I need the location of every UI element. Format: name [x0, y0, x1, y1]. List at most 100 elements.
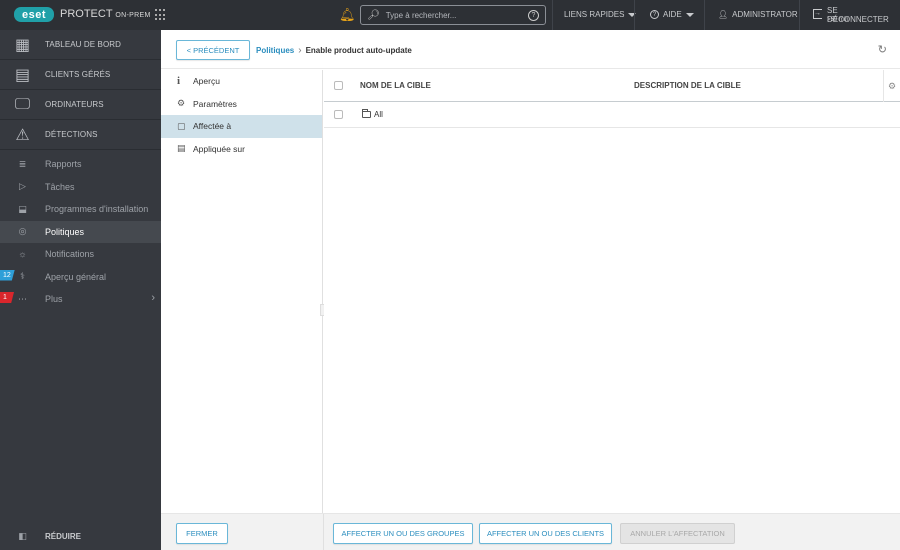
- divider: [552, 0, 553, 30]
- reports-icon: ≣: [18, 158, 27, 169]
- divider: [323, 514, 324, 550]
- building-icon: ▤: [14, 66, 31, 84]
- tab-assigned-to[interactable]: ▢ Affectée à: [161, 115, 322, 138]
- computers-icon: 🖵︎: [14, 95, 31, 113]
- dashboard-icon: ▦: [14, 36, 31, 54]
- select-all-checkbox[interactable]: [334, 81, 343, 90]
- column-header-target-description[interactable]: DESCRIPTION DE LA CIBLE: [634, 81, 741, 90]
- sidebar-item-computers[interactable]: 🖵︎ ORDINATEURS: [0, 90, 161, 120]
- user-label: ADMINISTRATOR: [732, 10, 798, 19]
- sidebar: ▦ TABLEAU DE BORD ▤ CLIENTS GÉRÉS 🖵︎ ORD…: [0, 30, 161, 550]
- divider: [704, 0, 705, 30]
- search-icon: 🔍︎: [367, 9, 380, 21]
- sidebar-item-detections[interactable]: ⚠︎ DÉTECTIONS: [0, 120, 161, 150]
- quick-links-label: LIENS RAPIDES: [564, 10, 625, 19]
- sidebar-item-label: ORDINATEURS: [45, 100, 104, 109]
- table-row[interactable]: All: [324, 102, 900, 128]
- sidebar-item-label: DÉTECTIONS: [45, 130, 98, 139]
- target-name: All: [374, 110, 383, 119]
- tab-label: Affectée à: [193, 121, 232, 132]
- back-button[interactable]: < PRÉCÉDENT: [176, 40, 250, 60]
- settings-icon: ⚙︎: [177, 98, 186, 109]
- tab-overview[interactable]: i Aperçu: [161, 70, 322, 93]
- quick-links-menu[interactable]: LIENS RAPIDES: [564, 10, 637, 19]
- sidebar-item-label: Programmes d'installation: [45, 204, 149, 215]
- chevron-down-icon: [685, 12, 694, 17]
- breadcrumb-policies-link[interactable]: Politiques: [256, 46, 294, 55]
- sidebar-item-policies[interactable]: ◎ Politiques: [0, 220, 161, 243]
- sidebar-item-label: Notifications: [45, 249, 95, 260]
- sidebar-item-label: Rapports: [45, 159, 82, 170]
- sidebar-item-dashboard[interactable]: ▦ TABLEAU DE BORD: [0, 30, 161, 60]
- targets-table: NOM DE LA CIBLE DESCRIPTION DE LA CIBLE …: [324, 70, 900, 513]
- user-menu[interactable]: 👤︎ ADMINISTRATOR: [718, 10, 798, 19]
- installer-icon: ⬓: [18, 203, 27, 214]
- warning-icon: ⚠︎: [15, 126, 30, 144]
- sidebar-item-label: TABLEAU DE BORD: [45, 40, 122, 49]
- product-suffix: ON-PREM: [115, 12, 151, 19]
- eset-logo: eset: [14, 7, 54, 22]
- row-checkbox[interactable]: [334, 110, 343, 119]
- product-title: PROTECT: [60, 8, 113, 20]
- refresh-icon[interactable]: ↻: [878, 43, 887, 56]
- sidebar-item-status-overview[interactable]: 12 ⚕ Aperçu général: [0, 266, 161, 289]
- detail-tabs: i Aperçu ⚙︎ Paramètres ▢ Affectée à ▤ Ap…: [161, 70, 323, 513]
- grid-icon[interactable]: [155, 9, 167, 21]
- sidebar-item-notifications[interactable]: ☼ Notifications: [0, 243, 161, 266]
- page-header: < PRÉCÉDENT Politiques › Enable product …: [161, 30, 900, 69]
- sidebar-item-reports[interactable]: ≣ Rapports: [0, 153, 161, 176]
- sidebar-item-label: CLIENTS GÉRÉS: [45, 70, 111, 79]
- help-menu[interactable]: ? AIDE: [650, 10, 694, 19]
- info-icon: i: [177, 75, 181, 88]
- assign-groups-button[interactable]: AFFECTER UN OU DES GROUPES: [333, 523, 473, 544]
- unassign-button[interactable]: ANNULER L'AFFECTATION: [620, 523, 735, 544]
- notification-icon: ☼: [18, 249, 27, 260]
- chevron-right-icon: ›: [298, 45, 302, 56]
- chevron-right-icon: ›: [151, 292, 155, 304]
- sidebar-item-label: Politiques: [45, 226, 85, 237]
- table-header: NOM DE LA CIBLE DESCRIPTION DE LA CIBLE …: [324, 70, 900, 102]
- footer-bar: FERMER AFFECTER UN OU DES GROUPES AFFECT…: [161, 513, 900, 550]
- user-icon: 👤︎: [718, 10, 729, 19]
- collapse-sidebar-button[interactable]: ◧ RÉDUIRE: [0, 522, 161, 550]
- target-name-cell: All: [362, 109, 383, 119]
- column-header-target-name[interactable]: NOM DE LA CIBLE: [360, 81, 431, 90]
- close-button[interactable]: FERMER: [176, 523, 228, 544]
- logout-icon[interactable]: →: [813, 9, 822, 19]
- sidebar-item-more[interactable]: 1 ⋯ Plus ›: [0, 288, 161, 311]
- tab-settings[interactable]: ⚙︎ Paramètres: [161, 93, 322, 116]
- page-title: Enable product auto-update: [305, 46, 412, 55]
- session-time: >59 min: [827, 17, 849, 23]
- tab-label: Aperçu: [193, 76, 220, 87]
- collapse-icon: ◧: [18, 530, 27, 541]
- collapse-label: RÉDUIRE: [45, 531, 82, 541]
- sidebar-item-managed-clients[interactable]: ▤ CLIENTS GÉRÉS: [0, 60, 161, 90]
- bell-icon[interactable]: 🔔︎: [339, 7, 356, 23]
- sidebar-item-tasks[interactable]: ▷ Tâches: [0, 176, 161, 199]
- policy-icon: ◎: [18, 226, 27, 237]
- sidebar-item-label: Aperçu général: [45, 271, 107, 282]
- top-bar: eset PROTECT ON-PREM 🔔︎ 🔍︎ Type à recher…: [0, 0, 900, 30]
- divider: [799, 0, 800, 30]
- sidebar-item-label: Tâches: [45, 181, 75, 192]
- tab-label: Appliquée sur: [193, 143, 245, 154]
- tab-applied-on[interactable]: ▤ Appliquée sur: [161, 138, 322, 161]
- applied-icon: ▤: [177, 143, 186, 154]
- chevron-down-icon: [628, 12, 637, 17]
- assigned-icon: ▢: [177, 120, 186, 131]
- tab-label: Paramètres: [193, 98, 237, 109]
- search-box[interactable]: 🔍︎ Type à rechercher... ?: [360, 5, 546, 25]
- help-label: AIDE: [663, 10, 682, 19]
- question-circle-icon: ?: [650, 10, 659, 19]
- column-settings-icon[interactable]: ⚙︎: [883, 70, 900, 102]
- folder-icon: [362, 109, 371, 118]
- divider: [634, 0, 635, 30]
- tasks-icon: ▷: [19, 181, 26, 192]
- sidebar-item-label: Plus: [45, 294, 63, 305]
- search-input[interactable]: Type à rechercher...: [386, 11, 528, 20]
- breadcrumb: Politiques › Enable product auto-update: [256, 45, 412, 56]
- product-name: PROTECT ON-PREM: [60, 8, 151, 20]
- sidebar-item-installers[interactable]: ⬓ Programmes d'installation: [0, 198, 161, 221]
- assign-clients-button[interactable]: AFFECTER UN OU DES CLIENTS: [479, 523, 612, 544]
- question-icon[interactable]: ?: [528, 9, 539, 21]
